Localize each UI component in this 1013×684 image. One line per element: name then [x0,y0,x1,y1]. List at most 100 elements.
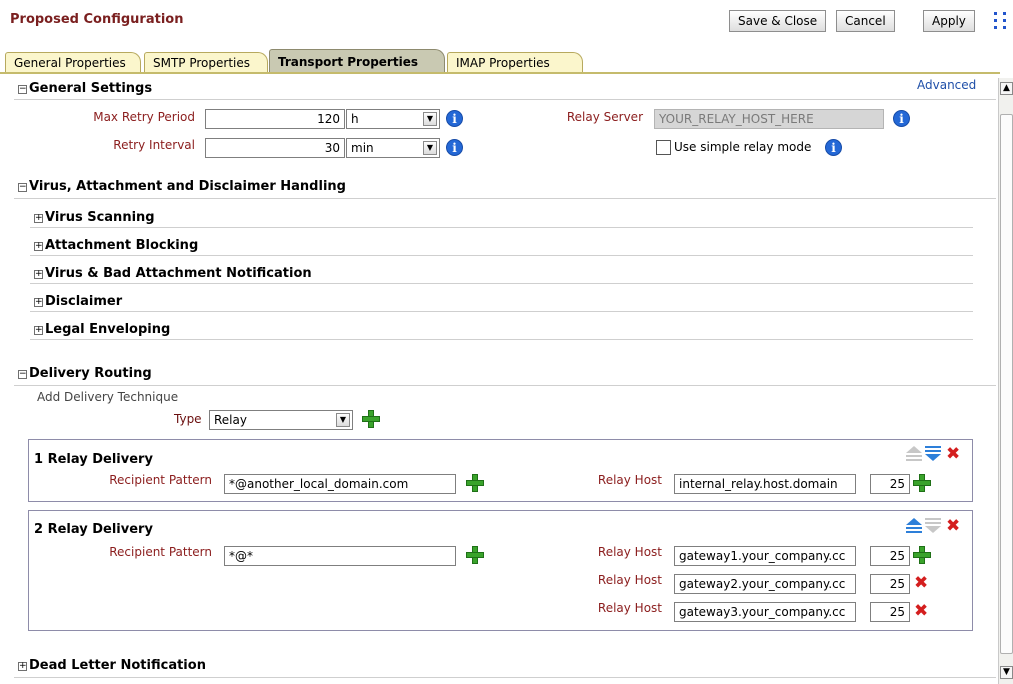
scroll-down-icon[interactable]: ▼ [1000,666,1013,679]
expand-icon[interactable]: + [34,242,43,251]
relay-port-input[interactable]: 25 [870,474,910,494]
max-retry-label: Max Retry Period [93,110,195,124]
relay-host-input[interactable]: gateway2.your_company.cc [674,574,856,594]
add-pattern-plus-icon[interactable] [466,474,484,492]
tab-smtp-properties[interactable]: SMTP Properties [144,52,268,74]
retry-interval-unit-select[interactable]: min ▼ [346,138,440,158]
subsection-title: Legal Enveloping [45,322,171,337]
disclaimer-header[interactable]: + Disclaimer [34,294,122,309]
add-host-plus-icon[interactable] [913,546,931,564]
section-title: Virus, Attachment and Disclaimer Handlin… [29,179,346,194]
tab-transport-properties[interactable]: Transport Properties [269,49,445,74]
divider [30,255,973,256]
delete-delivery-icon[interactable]: ✖ [946,446,960,463]
scroll-up-icon[interactable]: ▲ [1000,82,1013,95]
recipient-pattern-input[interactable]: *@* [224,546,456,566]
move-down-icon[interactable] [925,446,941,463]
relay-server-input[interactable]: YOUR_RELAY_HOST_HERE [654,109,884,129]
expand-icon[interactable]: + [34,298,43,307]
virus-section-header[interactable]: − Virus, Attachment and Disclaimer Handli… [18,179,346,194]
info-icon[interactable]: i [446,139,463,156]
add-pattern-plus-icon[interactable] [466,546,484,564]
tab-general-properties[interactable]: General Properties [5,52,141,74]
info-icon[interactable]: i [825,139,842,156]
virus-scanning-header[interactable]: + Virus Scanning [34,210,155,225]
subsection-title: Virus Scanning [45,210,155,225]
vertical-scrollbar[interactable]: ▲ ▼ [998,78,1013,684]
move-up-icon[interactable] [906,518,922,535]
relay-port-input[interactable]: 25 [870,602,910,622]
virus-notification-header[interactable]: + Virus & Bad Attachment Notification [34,266,312,281]
section-title: Dead Letter Notification [29,658,206,673]
tab-bar: General Properties SMTP Properties Trans… [0,47,1013,74]
cancel-button[interactable]: Cancel [836,10,895,32]
delivery-routing-header[interactable]: − Delivery Routing [18,366,152,381]
collapse-icon[interactable]: − [18,85,27,94]
apply-button[interactable]: Apply [923,10,975,32]
max-retry-unit-select[interactable]: h ▼ [346,109,440,129]
section-title: General Settings [29,81,153,96]
add-host-plus-icon[interactable] [913,474,931,492]
recipient-pattern-label: Recipient Pattern [109,545,212,559]
relay-port-input[interactable]: 25 [870,574,910,594]
grip-dots-icon[interactable] [994,10,1010,30]
page-title: Proposed Configuration [10,12,184,27]
max-retry-input[interactable]: 120 [205,109,345,129]
relay-port-input[interactable]: 25 [870,546,910,566]
chevron-down-icon[interactable]: ▼ [336,413,350,427]
relay-server-label: Relay Server [566,110,643,124]
expand-icon[interactable]: + [18,662,27,671]
move-up-icon [906,446,922,463]
simple-relay-label: Use simple relay mode [674,140,812,154]
tab-imap-properties[interactable]: IMAP Properties [447,52,583,74]
legal-enveloping-header[interactable]: + Legal Enveloping [34,322,170,337]
remove-host-icon[interactable]: ✖ [914,603,928,620]
simple-relay-checkbox[interactable] [656,140,671,155]
divider [14,385,996,386]
expand-icon[interactable]: + [34,326,43,335]
remove-host-icon[interactable]: ✖ [914,575,928,592]
expand-icon[interactable]: + [34,214,43,223]
relay-host-label: Relay Host [597,545,662,559]
relay-host-input[interactable]: gateway1.your_company.cc [674,546,856,566]
add-technique-label: Add Delivery Technique [37,390,179,404]
info-icon[interactable]: i [446,110,463,127]
subsection-title: Virus & Bad Attachment Notification [45,266,312,281]
retry-interval-input[interactable]: 30 [205,138,345,158]
chevron-down-icon[interactable]: ▼ [423,112,437,126]
attachment-blocking-header[interactable]: + Attachment Blocking [34,238,198,253]
select-value: min [351,141,374,155]
add-technique-plus-icon[interactable] [362,410,380,428]
divider [30,339,973,340]
relay-host-input[interactable]: internal_relay.host.domain [674,474,856,494]
relay-host-label: Relay Host [597,473,662,487]
info-icon[interactable]: i [893,110,910,127]
divider [30,283,973,284]
general-settings-header[interactable]: − General Settings [18,81,152,96]
chevron-down-icon[interactable]: ▼ [423,141,437,155]
divider [30,227,973,228]
scroll-thumb[interactable] [1000,114,1013,654]
expand-icon[interactable]: + [34,270,43,279]
divider [14,198,996,199]
collapse-icon[interactable]: − [18,370,27,379]
delete-delivery-icon[interactable]: ✖ [946,518,960,535]
type-label: Type [174,412,202,426]
divider [14,99,996,100]
save-close-button[interactable]: Save & Close [729,10,827,32]
type-select[interactable]: Relay ▼ [209,410,353,430]
divider [14,677,996,678]
relay-delivery-1-panel: 1 Relay Delivery Recipient Pattern *@ano… [28,439,973,502]
move-down-icon [925,518,941,535]
recipient-pattern-input[interactable]: *@another_local_domain.com [224,474,456,494]
divider [30,311,973,312]
relay-host-input[interactable]: gateway3.your_company.cc [674,602,856,622]
select-value: h [351,112,359,126]
subsection-title: Attachment Blocking [45,238,199,253]
dead-letter-header[interactable]: + Dead Letter Notification [18,658,206,673]
advanced-link[interactable]: Advanced [917,78,976,92]
relay-delivery-2-panel: 2 Relay Delivery Recipient Pattern *@* R… [28,510,973,631]
collapse-icon[interactable]: − [18,183,27,192]
recipient-pattern-label: Recipient Pattern [109,473,212,487]
section-title: Delivery Routing [29,366,152,381]
